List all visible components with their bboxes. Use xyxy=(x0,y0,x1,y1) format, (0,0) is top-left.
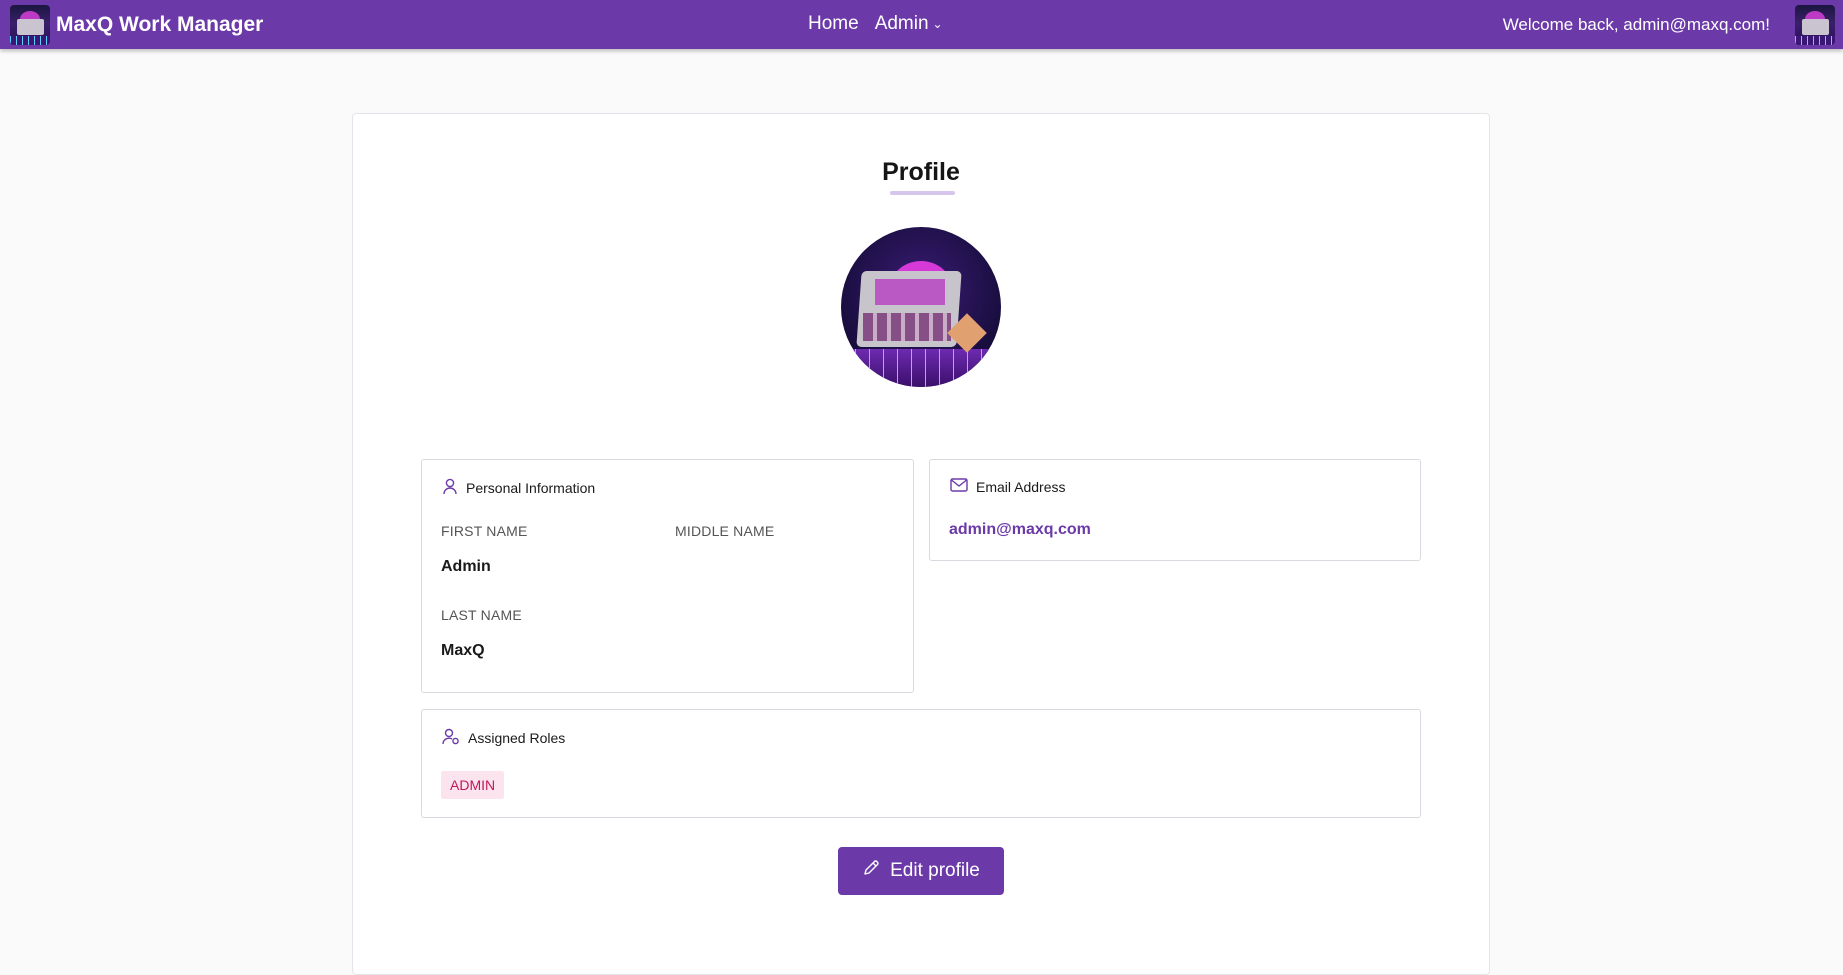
nav-admin-label: Admin xyxy=(874,13,929,34)
first-name-label: FIRST NAME xyxy=(441,523,528,539)
nav-admin-dropdown[interactable]: Admin ⌄ xyxy=(875,13,943,35)
email-link[interactable]: admin@maxq.com xyxy=(949,521,1091,539)
user-settings-icon xyxy=(442,728,468,748)
email-heading: Email Address xyxy=(976,478,1066,495)
title-underline xyxy=(890,191,955,195)
edit-profile-label: Edit profile xyxy=(890,860,980,881)
edit-profile-button[interactable]: Edit profile xyxy=(838,847,1004,895)
user-avatar-button[interactable] xyxy=(1795,5,1835,45)
nav-home-link[interactable]: Home xyxy=(808,13,859,35)
email-header: Email Address xyxy=(950,478,1065,495)
profile-photo xyxy=(841,227,1001,387)
role-badge: ADMIN xyxy=(441,771,505,799)
welcome-message: Welcome back, admin@maxq.com! xyxy=(1502,15,1770,34)
email-section: Email Address admin@maxq.com xyxy=(929,459,1421,561)
roles-section: Assigned Roles ADMIN xyxy=(421,709,1421,818)
last-name-label: LAST NAME xyxy=(441,607,522,623)
user-icon xyxy=(442,478,466,498)
main-nav: Home Admin ⌄ xyxy=(808,13,943,35)
mail-icon xyxy=(950,478,976,495)
chevron-down-icon: ⌄ xyxy=(932,17,943,31)
middle-name-label: MIDDLE NAME xyxy=(675,523,775,539)
personal-info-heading: Personal Information xyxy=(466,480,596,496)
brand-name: MaxQ Work Manager xyxy=(56,13,264,36)
personal-info-header: Personal Information xyxy=(442,478,595,498)
top-navbar: MaxQ Work Manager Home Admin ⌄ Welcome ba… xyxy=(0,0,1843,49)
app-logo xyxy=(10,5,50,45)
last-name-value: MaxQ xyxy=(441,642,485,659)
pencil-icon xyxy=(862,859,890,883)
profile-card: Profile Personal Information FIRST NAME … xyxy=(352,113,1490,975)
brand-link[interactable]: MaxQ Work Manager xyxy=(10,5,263,45)
roles-header: Assigned Roles xyxy=(442,728,565,748)
page-title: Profile xyxy=(882,158,960,186)
avatar xyxy=(1795,5,1835,45)
roles-heading: Assigned Roles xyxy=(468,730,566,746)
first-name-value: Admin xyxy=(441,558,491,575)
personal-info-section: Personal Information FIRST NAME Admin MI… xyxy=(421,459,914,693)
